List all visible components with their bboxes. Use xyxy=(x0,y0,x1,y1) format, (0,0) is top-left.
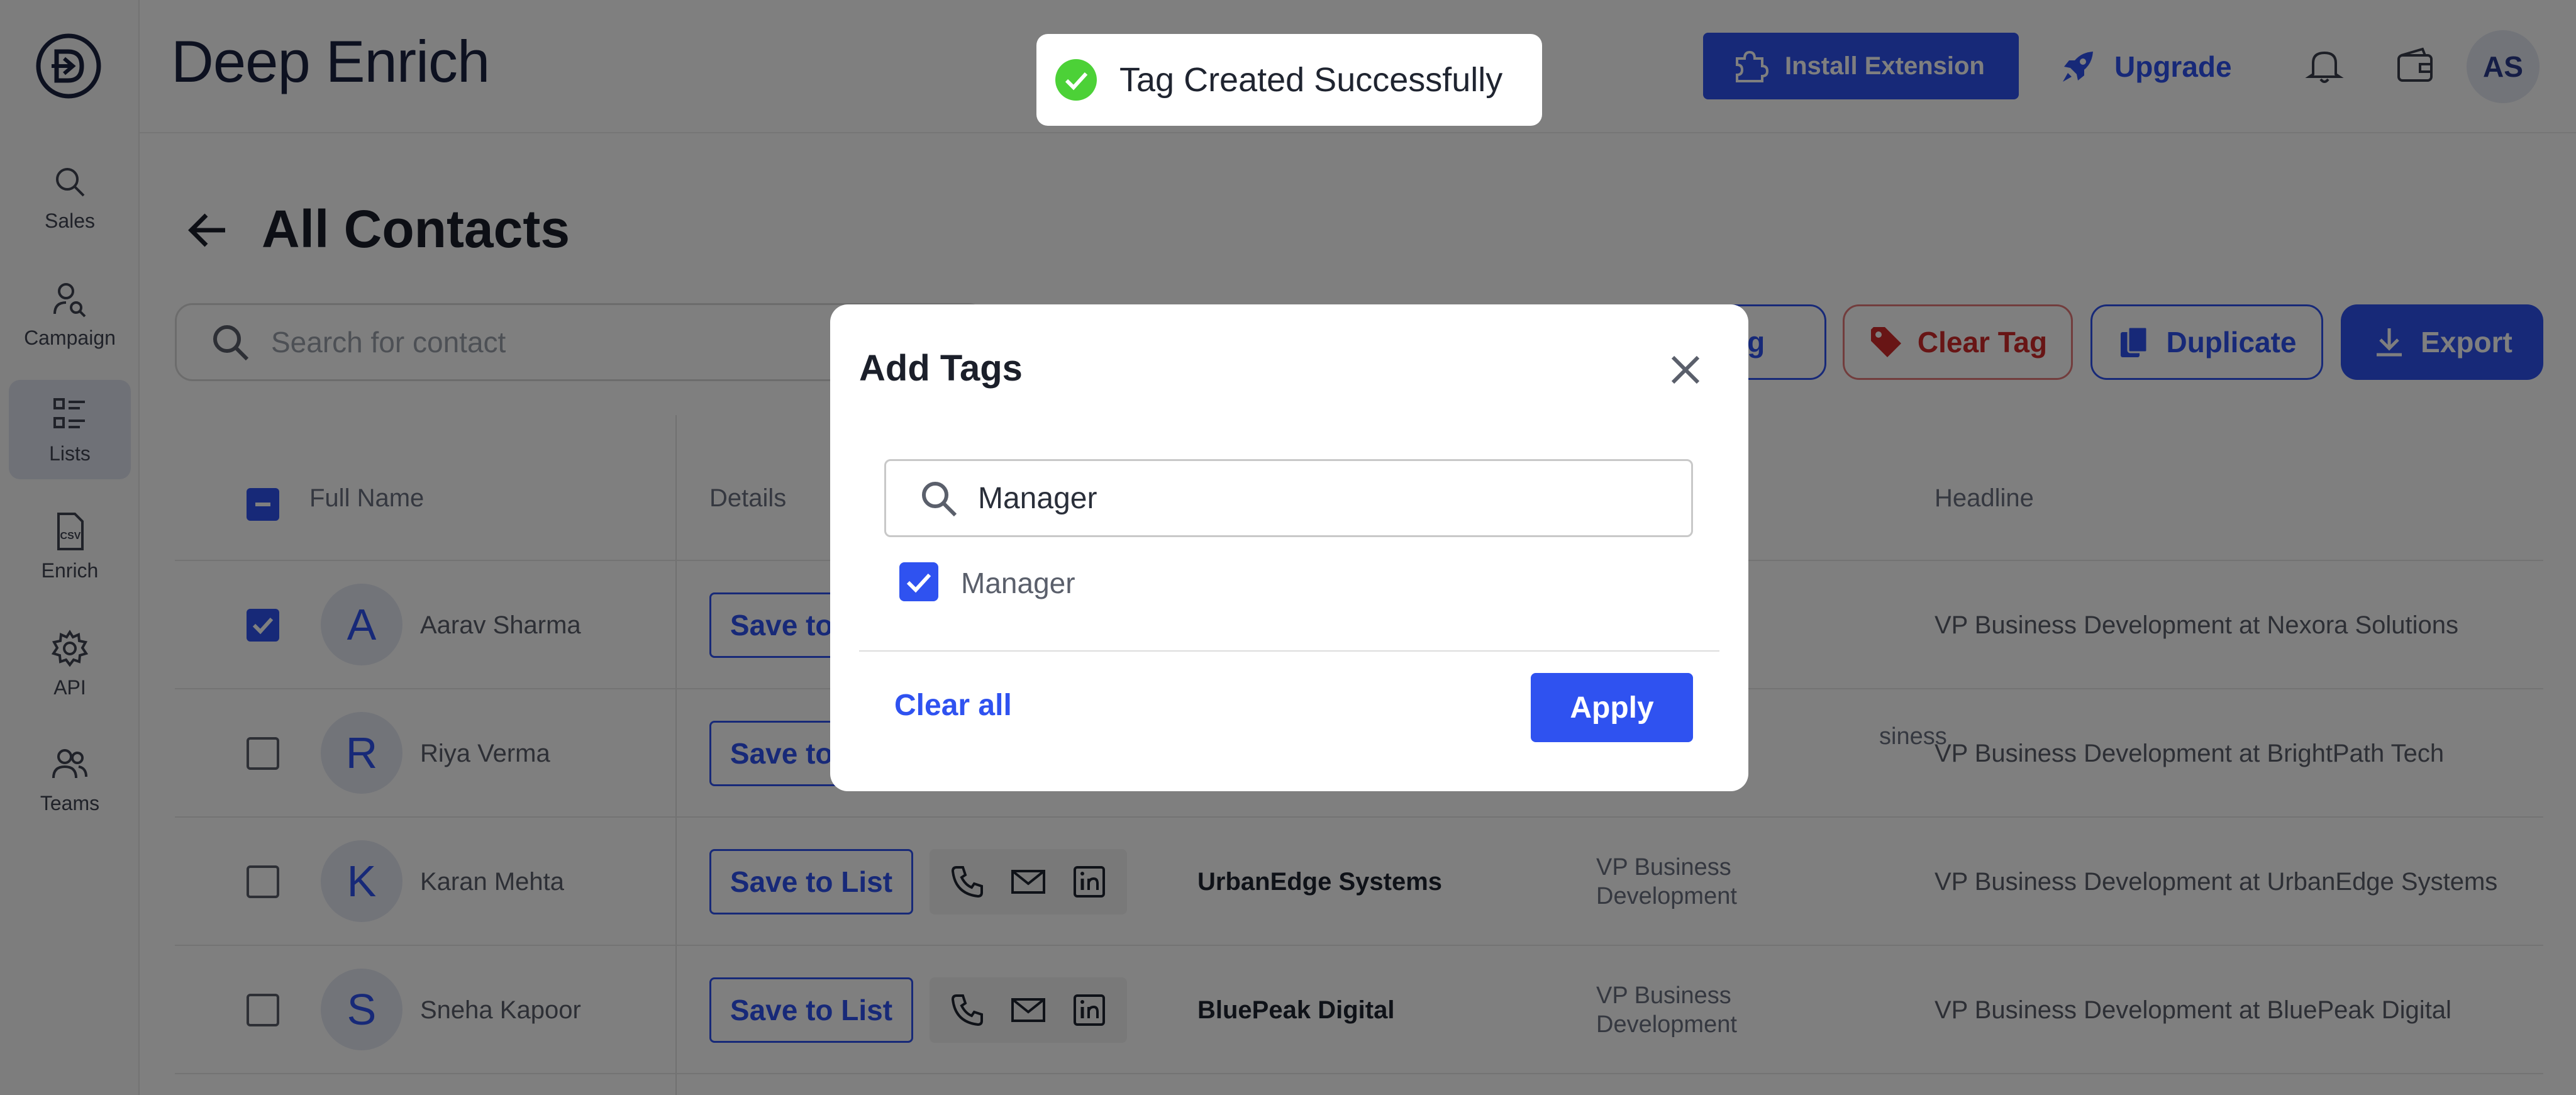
modal-divider xyxy=(859,650,1719,652)
apply-button[interactable]: Apply xyxy=(1531,673,1693,742)
add-tags-modal: Add Tags Manager Manager Clear all Apply xyxy=(830,304,1748,791)
check-icon xyxy=(906,573,931,593)
success-toast: Tag Created Successfully xyxy=(1036,34,1542,126)
toast-message: Tag Created Successfully xyxy=(1119,61,1503,99)
modal-title: Add Tags xyxy=(859,348,1023,389)
check-circle-icon xyxy=(1055,59,1097,101)
tag-search-value: Manager xyxy=(978,481,1097,515)
tag-option-checkbox[interactable] xyxy=(899,562,938,601)
tag-search-input[interactable]: Manager xyxy=(884,459,1693,537)
tag-option-label[interactable]: Manager xyxy=(961,566,1075,600)
close-icon[interactable] xyxy=(1660,345,1711,395)
clear-all-button[interactable]: Clear all xyxy=(894,688,1012,723)
search-icon xyxy=(922,482,957,517)
